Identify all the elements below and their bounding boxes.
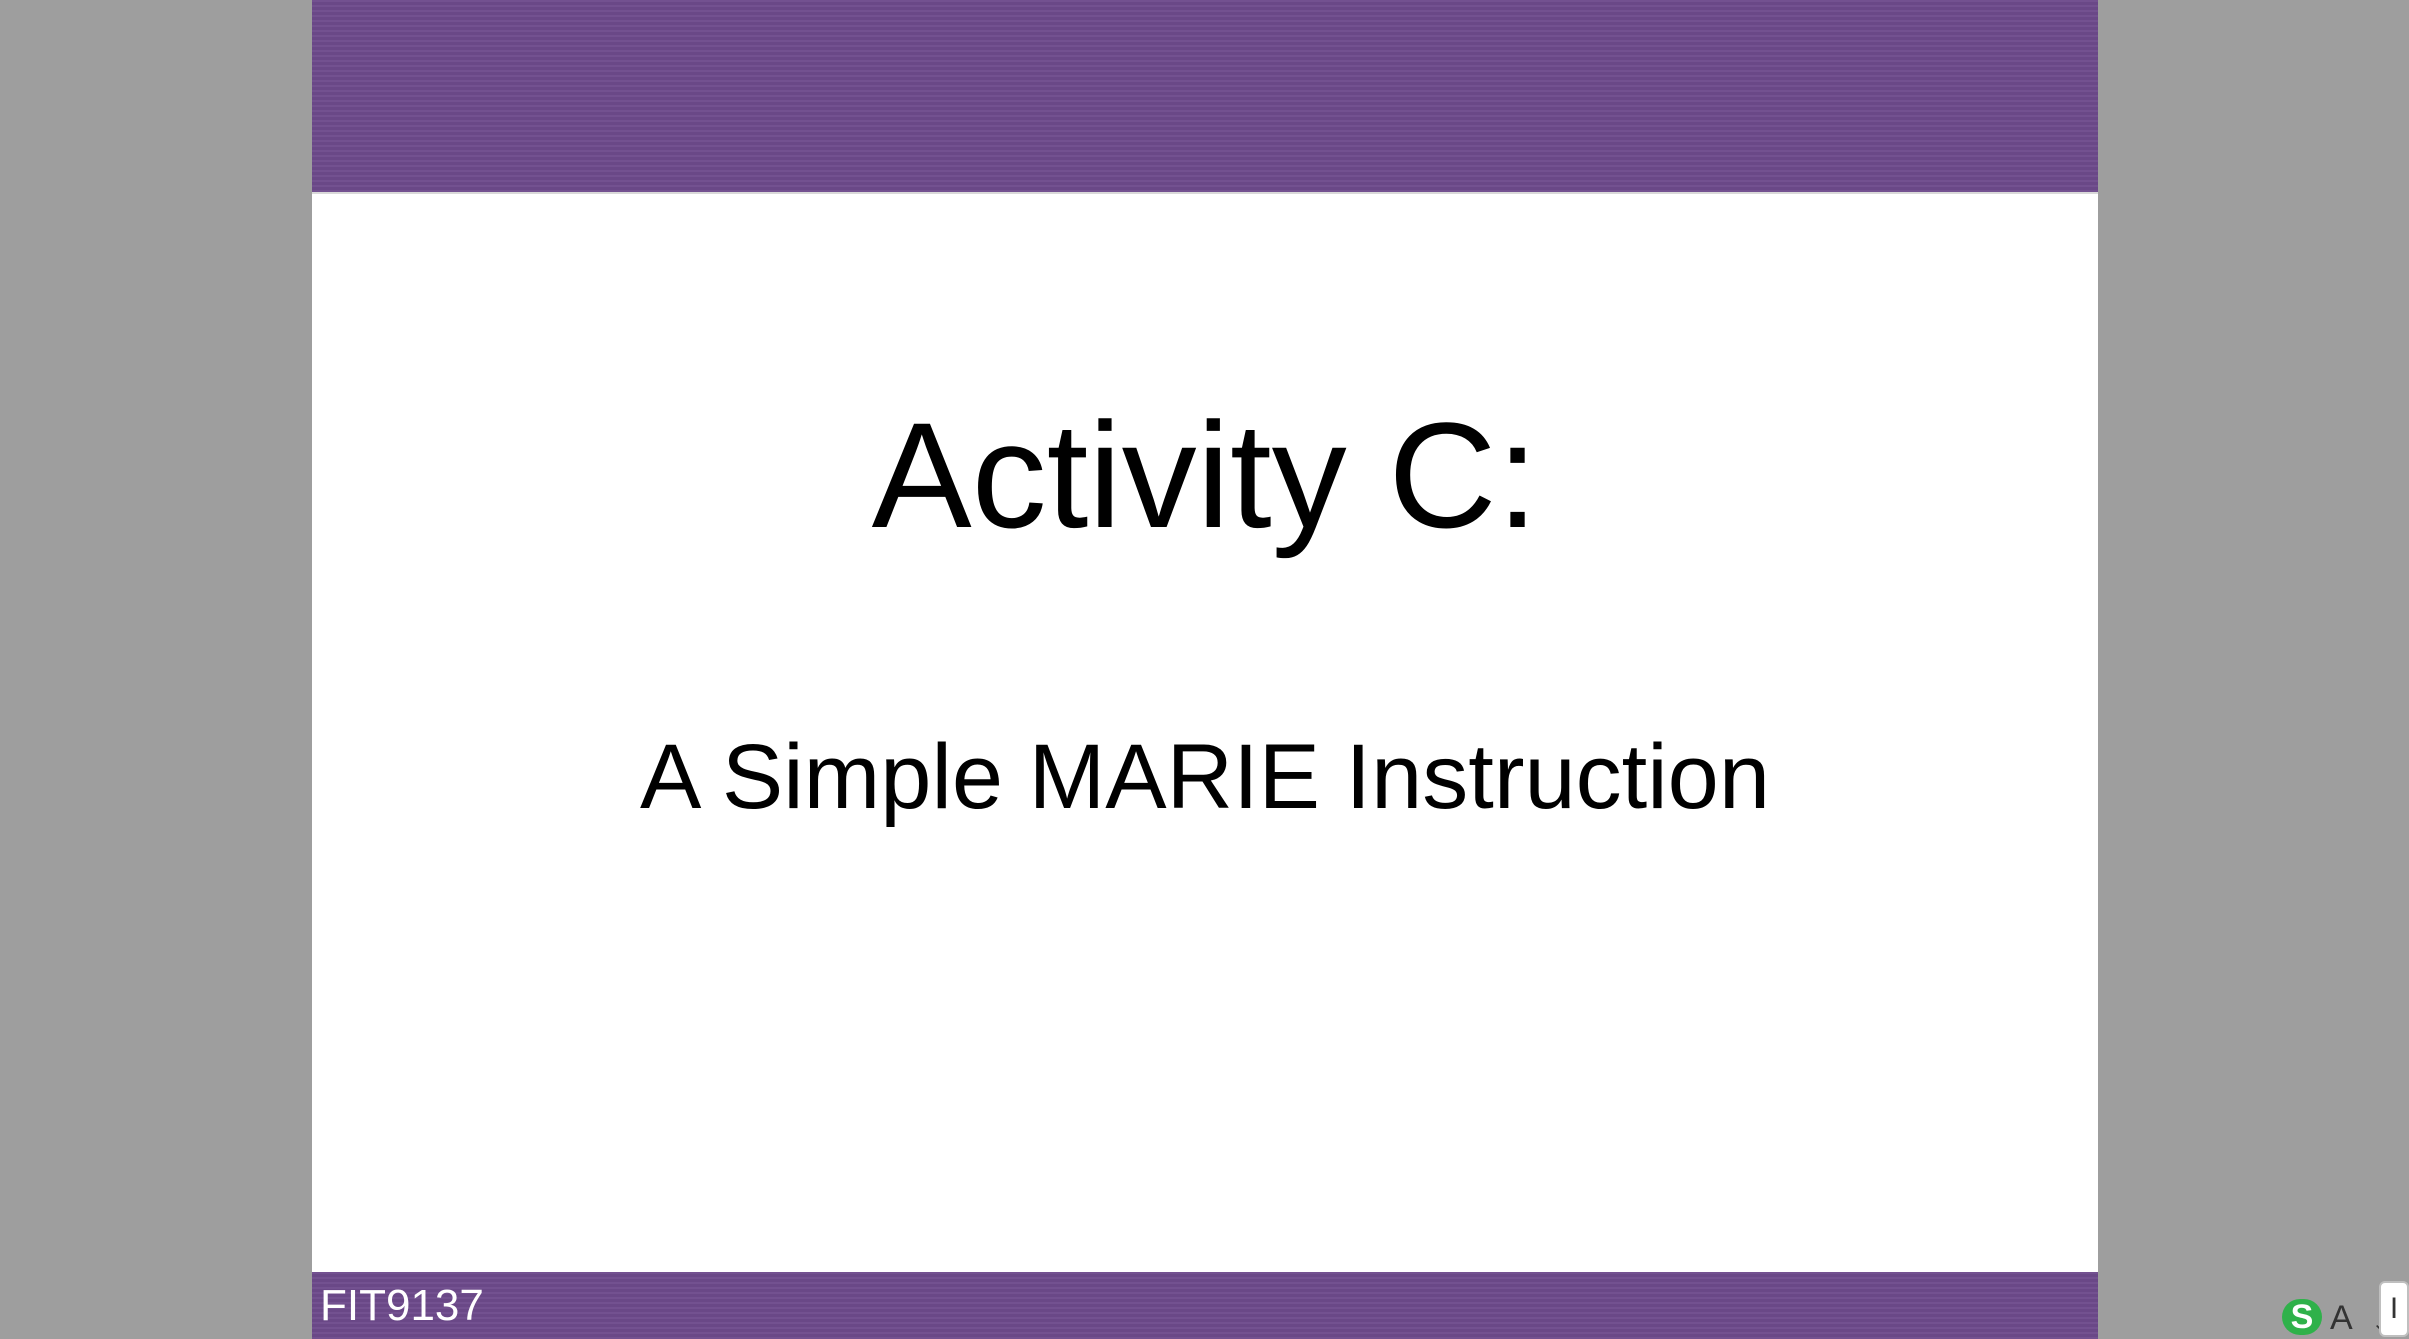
ime-logo-icon[interactable]: S bbox=[2282, 1299, 2322, 1335]
viewport: Activity C: A Simple MARIE Instruction F… bbox=[0, 0, 2409, 1339]
ime-mode-indicator[interactable]: A bbox=[2330, 1299, 2353, 1337]
slide-subtitle: A Simple MARIE Instruction bbox=[640, 726, 1770, 828]
slide: Activity C: A Simple MARIE Instruction F… bbox=[312, 0, 2098, 1339]
slide-title: Activity C: bbox=[871, 391, 1539, 559]
ime-input-button[interactable]: I bbox=[2379, 1281, 2409, 1337]
bottom-band: FIT9137 bbox=[312, 1272, 2098, 1339]
top-band bbox=[312, 0, 2098, 194]
footer-course-code: FIT9137 bbox=[320, 1281, 484, 1330]
ime-toolbar[interactable]: S A ⌄ I bbox=[2282, 1281, 2409, 1339]
